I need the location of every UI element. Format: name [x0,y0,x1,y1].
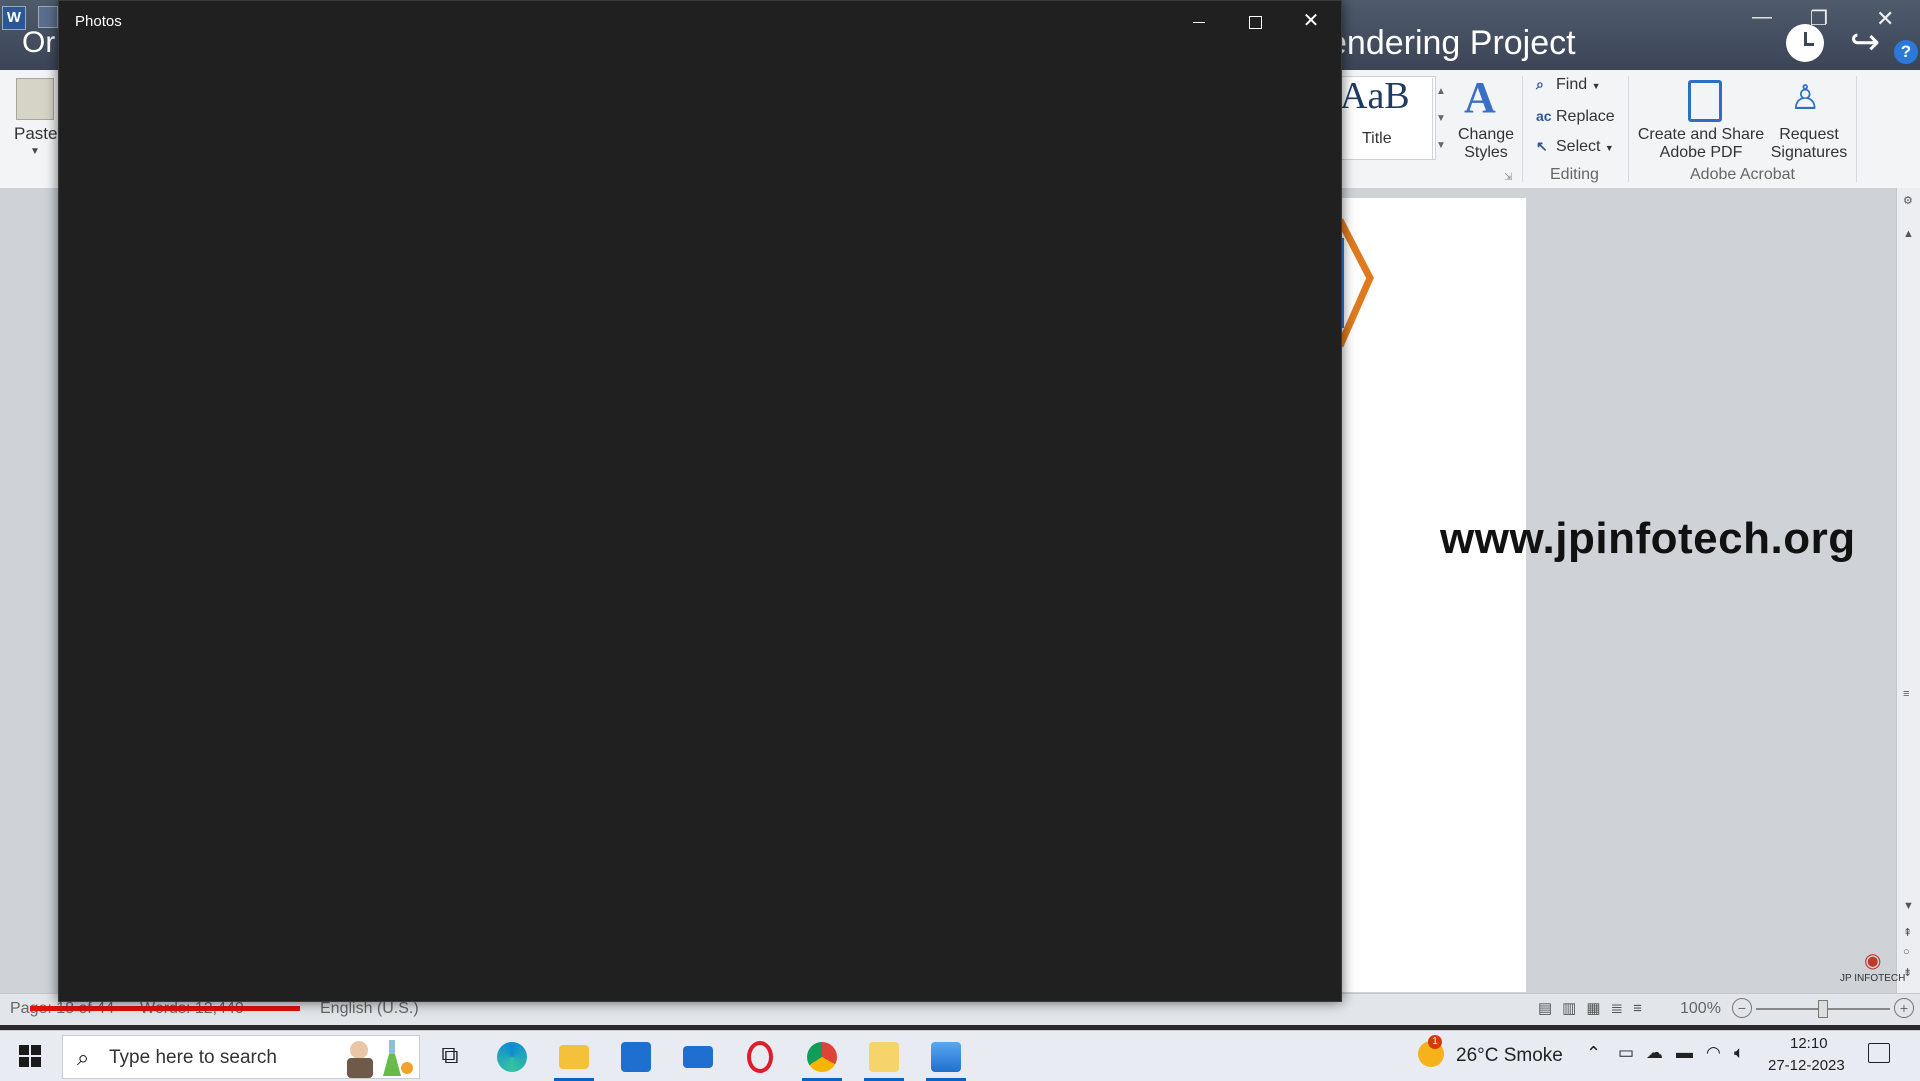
chevron-down-icon: ▼ [1604,143,1614,153]
search-placeholder[interactable]: Type here to search [109,1047,277,1069]
zoom-slider-thumb[interactable] [1818,1000,1828,1018]
ribbon-separator [1856,76,1857,182]
meet-now-icon[interactable]: ▭ [1618,1043,1634,1063]
change-styles-button[interactable]: Change Styles [1456,126,1516,162]
eye-logo-icon: ◉ [1863,950,1882,972]
show-hidden-icons-chevron-icon[interactable]: ⌃ [1586,1043,1601,1064]
style-title-label[interactable]: Title [1362,130,1392,148]
wifi-icon[interactable]: ◠ [1706,1043,1721,1063]
select-label: Select [1556,138,1601,155]
zoom-out-button[interactable]: − [1732,998,1752,1018]
chevron-down-icon: ▼ [1591,81,1601,91]
maximize-icon [1248,15,1262,29]
task-view-button[interactable]: ⧉ [422,1031,478,1081]
start-button[interactable] [0,1031,60,1081]
vertical-scrollbar[interactable]: ⚙ ▲ ≡ ▼ ⇞ ○ ⇟ [1896,188,1920,993]
save-icon[interactable] [38,6,58,28]
scroll-thumb[interactable]: ≡ [1903,688,1909,700]
search-highlight-art-icon[interactable] [329,1036,417,1078]
status-language[interactable]: English (U.S.) [320,1000,419,1018]
snipping-tool-icon[interactable] [856,1031,912,1081]
find-label: Find [1556,76,1588,93]
chevron-down-icon[interactable]: ▼ [30,146,40,157]
file-explorer-icon[interactable] [546,1031,602,1081]
photos-icon[interactable] [918,1031,974,1081]
binoculars-icon: ⌕ [1536,76,1544,92]
minimize-icon [1193,21,1205,23]
more-icon[interactable]: ▼ [1433,132,1449,159]
battery-icon[interactable]: ▬ [1676,1043,1693,1063]
red-underline-mark [30,1006,300,1011]
edge-icon[interactable] [484,1031,540,1081]
chevron-up-icon[interactable]: ▲ [1433,78,1449,105]
word-title-fragment-left: Or [22,26,56,59]
clock-time[interactable]: 12:10 [1790,1035,1828,1052]
windows-logo-icon-part [31,1045,41,1055]
photos-maximize-button[interactable] [1227,1,1283,41]
signature-icon[interactable]: ♙ [1790,78,1820,118]
replace-label: Replace [1556,108,1615,125]
word-title-fragment-right: endering Project [1328,24,1576,62]
find-button[interactable]: ⌕ Find ▼ [1536,76,1601,94]
paste-button-label[interactable]: Paste [14,124,57,144]
zoom-in-button[interactable]: + [1894,998,1914,1018]
replace-button[interactable]: ac Replace [1536,108,1615,126]
chevron-down-icon[interactable]: ▼ [1433,105,1449,132]
paste-icon[interactable] [16,78,54,120]
chrome-icon[interactable] [794,1031,850,1081]
editing-group-label: Editing [1550,166,1599,183]
close-icon: ✕ [1302,10,1320,32]
cursor-icon: ↖ [1536,138,1548,154]
clock-date[interactable]: 27-12-2023 [1768,1057,1845,1074]
notification-center-icon[interactable] [1868,1043,1890,1063]
ruler-toggle-icon[interactable]: ⚙ [1903,194,1913,207]
watermark-text: JP INFOTECH [1840,973,1906,984]
help-icon[interactable]: ? [1894,40,1918,64]
taskbar-search-box[interactable]: ⌕ Type here to search [62,1035,420,1079]
select-button[interactable]: ↖ Select ▼ [1536,138,1614,156]
ribbon-separator [1628,76,1629,182]
volume-icon[interactable]: 🔈︎ [1734,1043,1744,1063]
photos-window-title: Photos [75,13,122,30]
create-pdf-icon[interactable] [1688,80,1722,122]
onedrive-icon[interactable]: ☁ [1646,1043,1663,1063]
watermark-logo: ◉ JP INFOTECH [1840,948,1905,984]
replace-icon: ac [1536,108,1552,124]
scroll-down-icon[interactable]: ▼ [1903,900,1914,912]
search-icon: ⌕ [77,1045,90,1070]
photos-window[interactable]: Photos ✕ [58,0,1342,1002]
scroll-up-icon[interactable]: ▲ [1903,228,1914,240]
style-gallery-scroll[interactable]: ▲ ▼ ▼ [1432,78,1449,160]
mail-icon[interactable] [670,1031,726,1081]
word-minimize-button[interactable]: — [1752,6,1772,29]
view-buttons[interactable]: ▤▥▦≣≡ [1538,999,1652,1017]
document-url-text: www.jpinfotech.org [1440,514,1856,563]
style-preview[interactable]: AaB [1340,74,1410,118]
microsoft-store-icon[interactable] [608,1031,664,1081]
zoom-level[interactable]: 100% [1680,1000,1721,1018]
dialog-launcher-icon[interactable]: ⇲ [1504,172,1512,183]
photos-close-button[interactable]: ✕ [1283,1,1339,41]
change-styles-icon[interactable]: A [1464,72,1496,123]
weather-badge: 1 [1428,1035,1442,1049]
ribbon-separator [1522,76,1523,182]
prev-page-icon[interactable]: ⇞ [1903,926,1912,939]
request-signatures-button[interactable]: Request Signatures [1764,126,1854,162]
windows-logo-icon-part [19,1057,29,1067]
weather-text[interactable]: 26°C Smoke [1456,1045,1563,1067]
word-close-button[interactable]: ✕ [1876,6,1894,32]
photos-minimize-button[interactable] [1171,1,1227,41]
adobe-acrobat-group-label: Adobe Acrobat [1690,166,1795,183]
create-share-pdf-button[interactable]: Create and Share Adobe PDF [1636,126,1766,162]
opera-icon[interactable] [732,1031,788,1081]
taskbar: ⌕ Type here to search ⧉ 1 26°C Smoke ⌃ ▭… [0,1030,1920,1081]
word-restore-button[interactable]: ❐ [1810,6,1828,31]
windows-logo-icon-part [31,1057,41,1067]
windows-logo-icon [19,1045,29,1055]
